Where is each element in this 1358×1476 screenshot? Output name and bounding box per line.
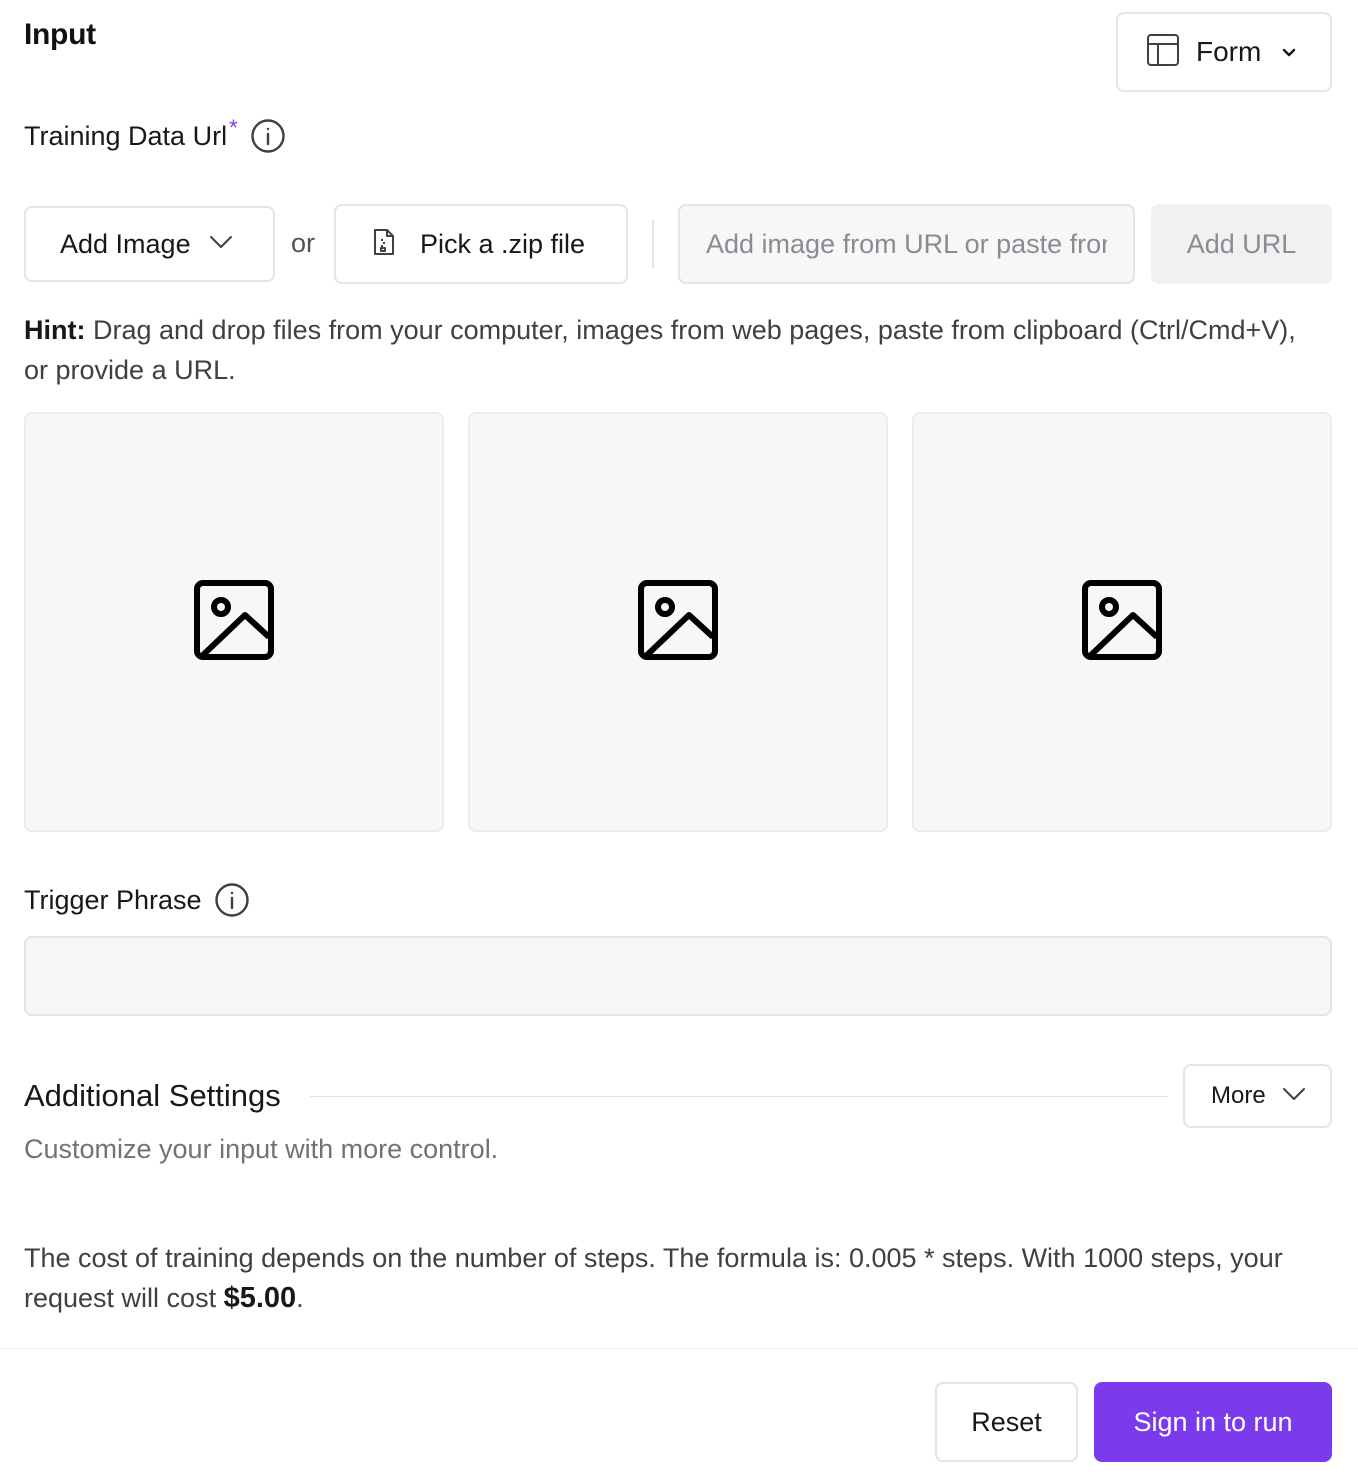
add-image-dropdown[interactable]: Add Image xyxy=(24,206,275,282)
image-drop-slot[interactable] xyxy=(468,412,888,832)
add-url-button[interactable]: Add URL xyxy=(1151,204,1332,284)
more-label: More xyxy=(1211,1082,1266,1109)
more-settings-button[interactable]: More xyxy=(1183,1064,1332,1128)
chevron-down-icon xyxy=(209,234,233,255)
page-title: Input xyxy=(24,18,96,51)
info-icon[interactable] xyxy=(250,118,286,154)
zip-file-icon xyxy=(372,228,396,261)
reset-button[interactable]: Reset xyxy=(935,1382,1078,1462)
chevron-down-icon xyxy=(1281,44,1297,60)
image-placeholder-icon xyxy=(193,579,275,666)
add-image-label: Add Image xyxy=(60,228,191,259)
layout-icon xyxy=(1146,33,1180,72)
trigger-phrase-input[interactable] xyxy=(24,936,1332,1016)
sign-in-to-run-button[interactable]: Sign in to run xyxy=(1094,1382,1332,1462)
cost-info: The cost of training depends on the numb… xyxy=(24,1243,1283,1314)
chevron-down-icon xyxy=(1282,1087,1306,1106)
view-mode-label: Form xyxy=(1196,36,1262,67)
image-placeholder-icon xyxy=(637,579,719,666)
upload-hint: Hint: Drag and drop files from your comp… xyxy=(24,315,1296,385)
image-url-input[interactable] xyxy=(678,204,1135,284)
or-separator-text: or xyxy=(291,228,316,258)
cost-amount: $5.00 xyxy=(223,1282,297,1314)
additional-settings-title: Additional Settings xyxy=(24,1078,281,1113)
view-mode-select[interactable]: Form xyxy=(1116,12,1332,92)
info-icon[interactable] xyxy=(214,882,250,918)
vertical-divider xyxy=(652,220,654,268)
image-placeholder-icon xyxy=(1081,579,1163,666)
additional-settings-description: Customize your input with more control. xyxy=(24,1134,499,1164)
section-divider xyxy=(310,1096,1168,1097)
training-data-url-label: Training Data Url * xyxy=(24,115,286,154)
image-drop-slot[interactable] xyxy=(912,412,1332,832)
trigger-phrase-label: Trigger Phrase xyxy=(24,882,250,918)
pick-zip-button[interactable]: Pick a .zip file xyxy=(334,204,628,284)
pick-zip-label: Pick a .zip file xyxy=(420,228,586,259)
image-drop-slot[interactable] xyxy=(24,412,444,832)
footer-divider xyxy=(0,1348,1358,1349)
required-mark: * xyxy=(229,115,238,140)
